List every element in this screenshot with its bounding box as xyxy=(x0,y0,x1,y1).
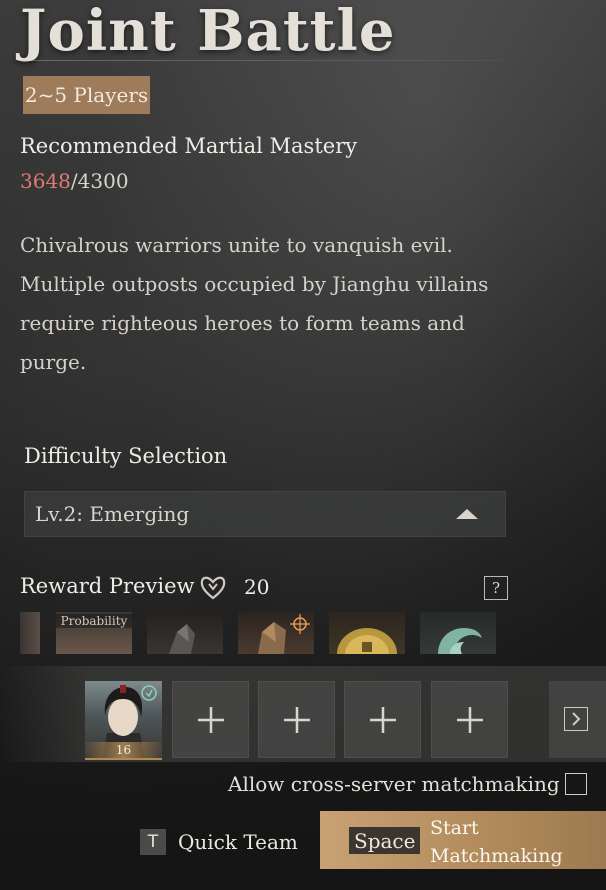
plus-icon xyxy=(198,707,224,733)
team-slot-empty[interactable] xyxy=(431,681,508,758)
reward-item-coin[interactable] xyxy=(329,612,405,654)
team-slot-empty[interactable] xyxy=(344,681,421,758)
mode-description: Chivalrous warriors unite to vanquish ev… xyxy=(20,233,489,374)
quick-team-label: Quick Team xyxy=(178,830,298,854)
difficulty-dropdown[interactable]: Lv.2: Emerging xyxy=(24,491,506,537)
page-title: Joint Battle xyxy=(20,0,396,64)
expand-team-button[interactable] xyxy=(549,681,606,758)
reward-item-stone[interactable] xyxy=(147,612,223,654)
quick-team-button[interactable]: T Quick Team xyxy=(140,828,298,856)
expand-box xyxy=(564,707,588,731)
team-slot-empty[interactable] xyxy=(258,681,335,758)
quick-team-key: T xyxy=(140,829,166,855)
jade-icon xyxy=(438,628,482,654)
probability-tag: Probability xyxy=(56,614,132,628)
start-key: Space xyxy=(349,827,421,854)
badge-icon xyxy=(141,685,157,701)
coin-icon xyxy=(337,628,397,654)
reward-item-partial[interactable] xyxy=(20,612,40,654)
team-leader-avatar[interactable]: 16 xyxy=(85,681,162,760)
reward-items-strip[interactable]: Probability xyxy=(20,612,500,654)
mastery-current: 3648 xyxy=(20,169,71,193)
plus-icon xyxy=(284,707,310,733)
mastery-value: 3648/4300 xyxy=(20,169,129,193)
title-divider xyxy=(20,60,505,61)
team-slot-empty[interactable] xyxy=(172,681,249,758)
reward-count: 20 xyxy=(244,575,270,599)
chevron-right-icon xyxy=(572,712,581,726)
difficulty-label: Difficulty Selection xyxy=(24,444,228,468)
start-label: Start Matchmaking xyxy=(430,817,563,867)
mastery-separator: / xyxy=(70,169,78,193)
cross-server-checkbox[interactable] xyxy=(565,773,587,795)
reward-item-probability[interactable]: Probability xyxy=(56,612,132,654)
heart-knot-icon xyxy=(200,576,226,600)
mastery-required: 4300 xyxy=(77,169,129,193)
stone-icon xyxy=(169,624,195,654)
armor-icon xyxy=(258,614,310,654)
mastery-label: Recommended Martial Mastery xyxy=(20,134,358,158)
start-matchmaking-button[interactable]: Space Start Matchmaking xyxy=(320,811,606,869)
plus-icon xyxy=(457,707,483,733)
plus-icon xyxy=(370,707,396,733)
cross-server-label: Allow cross-server matchmaking xyxy=(228,772,560,796)
help-button[interactable]: ? xyxy=(484,576,508,600)
caret-up-icon xyxy=(456,509,478,519)
difficulty-selected: Lv.2: Emerging xyxy=(35,502,190,526)
players-badge: 2~5 Players xyxy=(23,76,150,114)
reward-preview-label: Reward Preview xyxy=(20,574,195,598)
reward-item-jade[interactable] xyxy=(420,612,496,654)
reward-item-armor[interactable] xyxy=(238,612,314,654)
leader-level: 16 xyxy=(85,742,162,758)
